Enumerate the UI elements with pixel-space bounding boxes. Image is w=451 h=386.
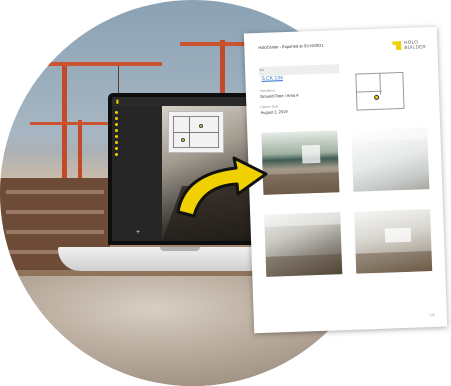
date-value: August 2, 2019 [260,108,288,115]
photo-window [384,227,412,243]
app-sidebar: + [112,106,162,241]
location-pin-icon[interactable] [199,124,203,128]
report-title: HoloCenter - Exported at 01/19/2021 [258,42,324,50]
location-pin-icon [374,94,380,100]
folder-icon [115,152,118,156]
folder-icon [115,140,118,144]
laptop-notch [160,247,200,251]
folder-icon [115,128,118,132]
marketing-composite: ▮ + HoloCenter - Exported at 01/19/2021 … [0,0,451,386]
brand-logo: HOLO BUILDER [392,39,427,50]
site-link[interactable]: S.CK.134 [261,75,283,82]
plan-wall [356,107,405,111]
crane-mast [220,40,225,100]
site-label: Site [259,67,265,72]
capture-photo [354,209,433,274]
folder-icon [115,122,118,126]
app-logo: ▮ [116,98,119,105]
plan-wall [402,71,405,108]
location-pin-icon[interactable] [181,138,185,142]
folder-icon [115,116,118,120]
building-floor-line [6,230,104,234]
floorplan-minimap[interactable] [168,111,224,153]
crane-jib [22,62,162,66]
folder-icon [115,134,118,138]
report-floorplan [351,68,409,116]
building-floor-line [6,210,104,214]
building-floor-line [6,190,104,194]
plan-wall [355,90,382,93]
add-button[interactable]: + [134,229,142,237]
photo-floor [355,251,433,274]
brand-mark-icon [392,41,401,50]
page-number: 1/2 [429,312,435,318]
photo-ceiling [351,127,428,142]
area-label: Sheet/Area [259,88,275,93]
folder-icon [115,110,118,114]
photo-window [301,144,321,164]
folder-icon [115,146,118,150]
area-value: Ground Floor / Area A [259,92,299,99]
curved-arrow-icon [176,156,268,218]
capture-photo [351,127,430,192]
site-field-box [259,64,340,76]
minimap-wall [174,132,219,133]
sidebar-item[interactable] [115,151,159,157]
brand-text-line2: BUILDER [404,43,427,50]
date-label: Capture Date [260,104,279,109]
crane-jib [30,122,120,125]
photo-floor [265,254,343,277]
